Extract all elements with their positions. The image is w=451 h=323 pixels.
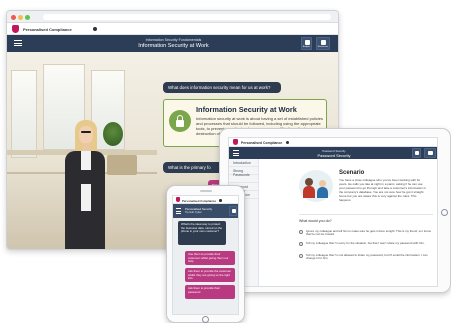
address-bar[interactable]: [43, 14, 331, 20]
radio-button[interactable]: [299, 230, 303, 234]
close-dot-icon[interactable]: [11, 15, 16, 20]
browser-chrome: [7, 11, 338, 23]
answer-option-3[interactable]: Tell my colleague that I'm not allowed t…: [299, 254, 433, 266]
app-title: Personalised Compliance: [23, 26, 72, 32]
question-bubble: What's the ideal way to protect the busi…: [178, 221, 226, 245]
answer-option-2[interactable]: Ask them to provide the customer whilst …: [185, 268, 235, 282]
character-arms: [77, 170, 97, 184]
tablet-app-header: Personalised Compliance: [229, 138, 437, 147]
menu-icon[interactable]: [176, 208, 181, 214]
answer-option-1[interactable]: Ignore my colleague and tell him to make…: [299, 230, 433, 242]
module-subtitle: Tip Hub Cyber: [185, 211, 202, 214]
scenario-illustration: [299, 170, 333, 202]
brand-logo-icon: [12, 25, 19, 33]
office-window: [11, 70, 37, 158]
folder-icon: [321, 40, 326, 45]
phone-screen: Personalised Compliance Personalised Sec…: [172, 195, 239, 315]
course-title: Password Security: [317, 152, 351, 158]
divider: [299, 214, 433, 215]
option-text: Ignore my colleague and tell him to make…: [306, 229, 431, 237]
answer-option-1[interactable]: Use them to provide their customer whils…: [185, 251, 235, 265]
badges-button[interactable]: Badges: [301, 37, 312, 50]
badge-icon: [232, 209, 236, 213]
app-header: Personalised Compliance: [7, 23, 338, 35]
cabinet-image: [107, 155, 137, 175]
radio-button[interactable]: [299, 254, 303, 258]
badge-icon: [305, 40, 310, 45]
minimize-dot-icon[interactable]: [18, 15, 23, 20]
character-neck: [83, 143, 90, 151]
scenario-title: Scenario: [339, 170, 365, 176]
scenario-question: What would you do?: [299, 219, 332, 223]
menu-icon[interactable]: [14, 40, 22, 46]
character-face: [79, 126, 93, 144]
tablet-screen: Personalised Compliance Password Securit…: [228, 137, 438, 287]
status-dot-icon: [219, 199, 222, 202]
tablet-course-nav: Password Security Password Security: [229, 147, 437, 159]
status-dot-icon: [93, 27, 97, 31]
phone-device: Personalised Compliance Personalised Sec…: [166, 185, 245, 323]
app-title: Personalised Compliance: [241, 140, 283, 145]
brand-logo-icon: [176, 197, 180, 202]
course-subtitle: Information Security Fundamentals: [145, 38, 202, 42]
status-dot-icon: [286, 141, 289, 144]
app-title: Personalised Compliance: [182, 198, 217, 203]
tablet-device: Personalised Compliance Password Securit…: [219, 128, 451, 293]
lock-icon: [169, 110, 191, 132]
brand-logo-icon: [233, 139, 238, 145]
answer-option-2[interactable]: Tell my colleague that I'm sorry for the…: [299, 242, 433, 254]
phone-course-nav: Personalised Security Tip Hub Cyber: [173, 204, 238, 218]
tablet-home-button[interactable]: [441, 209, 448, 216]
radio-button[interactable]: [299, 242, 303, 246]
glasses-icon: [81, 131, 91, 133]
badges-button[interactable]: [412, 148, 421, 158]
phone-home-button[interactable]: [202, 316, 209, 323]
sidebar-item-strong-passwords[interactable]: Strong Passwords: [229, 167, 258, 177]
resources-button[interactable]: Resources: [316, 37, 330, 50]
course-nav-bar: Information Security Fundamentals Inform…: [7, 35, 338, 52]
option-text: Tell my colleague that I'm sorry for the…: [306, 241, 425, 245]
folder-icon: [428, 150, 433, 155]
phone-speaker: [200, 190, 212, 192]
sidebar-item-introduction[interactable]: Introduction: [229, 159, 258, 167]
question-bubble: What does information security mean for …: [163, 82, 281, 93]
option-text: Tell my colleague that I'm not allowed t…: [306, 253, 428, 261]
info-title: Information Security at Work: [196, 105, 297, 114]
phone-app-header: Personalised Compliance: [173, 196, 238, 204]
maximize-dot-icon[interactable]: [25, 15, 30, 20]
badge-icon: [415, 150, 419, 155]
course-title: Information Security at Work: [138, 43, 209, 49]
resources-button[interactable]: [424, 148, 436, 158]
plant-image: [103, 122, 123, 146]
scenario-body: You have a close colleague who you've be…: [339, 178, 426, 202]
answer-option-3[interactable]: Ask them to provide their password: [185, 285, 235, 299]
badges-button[interactable]: [229, 206, 237, 216]
menu-icon[interactable]: [233, 150, 239, 156]
